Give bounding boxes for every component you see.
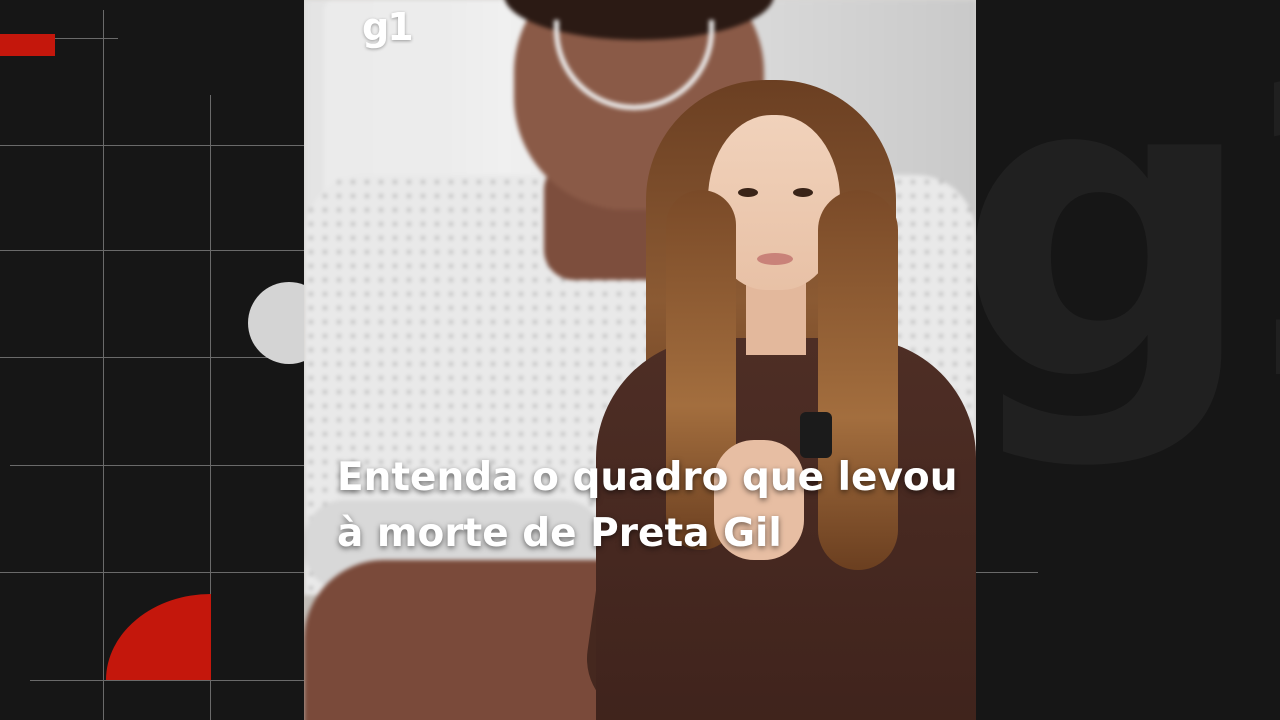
video-headline: Entenda o quadro que levou à morte de Pr… [337, 450, 957, 562]
right-decor-panel: g1 [976, 0, 1280, 720]
grid-line [976, 572, 1038, 573]
video-thumbnail[interactable]: g1 Entenda o quadro que levou à morte de… [304, 0, 976, 720]
grid-line [103, 10, 104, 720]
g1-watermark-logo: g1 [976, 0, 1280, 474]
grid-line [0, 357, 304, 358]
grid-line [0, 145, 304, 146]
presenter-image [579, 70, 976, 720]
left-decor-panel [0, 0, 304, 720]
g1-logo: g1 [362, 5, 414, 49]
grid-line [10, 465, 304, 466]
red-accent-bar [0, 34, 55, 56]
grid-line [0, 572, 304, 573]
headline-line-2: à morte de Preta Gil [337, 511, 782, 556]
headline-line-1: Entenda o quadro que levou [337, 455, 958, 500]
red-quarter-circle-decor [106, 594, 211, 680]
grid-line [0, 250, 304, 251]
grid-line [30, 680, 304, 681]
gray-circle-decor [248, 282, 304, 364]
